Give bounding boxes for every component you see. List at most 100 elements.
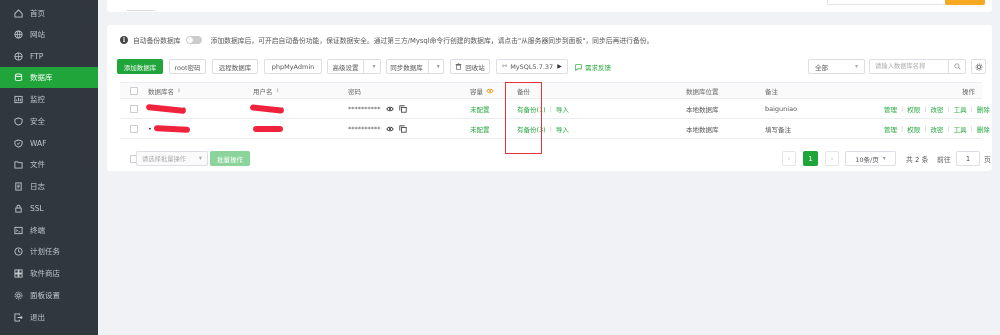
goto-page-input[interactable]: 1: [956, 151, 980, 166]
add-database-button[interactable]: 添加数据库: [117, 59, 163, 74]
waf-icon: [13, 139, 23, 149]
sidebar-item-label: 网站: [30, 30, 45, 39]
header-name[interactable]: 数据库名 ⇕: [148, 83, 181, 98]
ftp-icon: [13, 52, 23, 62]
mysql-version-label: MySQL5.7.37: [510, 62, 554, 71]
next-page-button[interactable]: ›: [825, 151, 839, 166]
copy-icon[interactable]: [398, 104, 407, 113]
db-password: **********: [348, 119, 407, 138]
prev-page-button[interactable]: ‹: [782, 151, 796, 166]
sidebar-item-ssl[interactable]: SSL: [0, 198, 98, 219]
import-link[interactable]: 导入: [556, 104, 569, 114]
sidebar-item-clock[interactable]: 计划任务: [0, 241, 98, 262]
remote-database-button[interactable]: 远程数据库: [212, 59, 258, 74]
db-name[interactable]: •: [148, 119, 190, 138]
header-location: 数据库位置: [686, 87, 719, 96]
header-capacity: 容量: [470, 83, 494, 98]
gear-icon: [975, 63, 982, 70]
sidebar-item-home[interactable]: 首页: [0, 3, 98, 24]
folder-icon: [13, 160, 23, 170]
sync-database-dropdown[interactable]: 同步数据库 ▾: [386, 59, 444, 74]
home-icon: [13, 9, 23, 19]
top-input[interactable]: [827, 0, 962, 5]
filter-select[interactable]: 全部 ▾: [808, 59, 865, 74]
delete-link[interactable]: 删除: [977, 124, 990, 134]
chevron-down-icon: ▾: [198, 155, 202, 162]
db-user: o: [249, 99, 285, 118]
clock-icon: [13, 247, 23, 257]
row-checkbox[interactable]: [130, 104, 138, 113]
sync-database-label: 同步数据库: [390, 63, 423, 72]
manage-link[interactable]: 管理: [884, 124, 897, 134]
sidebar-item-label: 面板设置: [30, 291, 60, 300]
top-action-button[interactable]: [945, 0, 985, 5]
change-password-link[interactable]: 改密: [930, 124, 943, 134]
auto-backup-toggle[interactable]: [185, 36, 202, 44]
db-remark[interactable]: baiguniao: [765, 99, 797, 118]
feedback-link[interactable]: 需求反馈: [575, 62, 611, 72]
goto-label: 前往: [937, 155, 951, 164]
table-header: 数据库名 ⇕ 用户名 ⇕ 密码 容量 备份 数据库位置 备注 操作: [120, 82, 982, 99]
eye-icon: [486, 87, 494, 95]
sort-icon: ⇕: [275, 87, 280, 94]
search-button[interactable]: [948, 60, 965, 73]
capacity-link[interactable]: 未配置: [470, 119, 490, 138]
monitor-icon: [13, 95, 23, 105]
header-user[interactable]: 用户名 ⇕: [253, 83, 280, 98]
store-icon: [13, 269, 23, 279]
delete-link[interactable]: 删除: [977, 104, 990, 114]
tools-link[interactable]: 工具: [954, 104, 967, 114]
permission-link[interactable]: 权限: [907, 104, 920, 114]
change-password-link[interactable]: 改密: [930, 104, 943, 114]
sidebar-item-database[interactable]: 数据库: [0, 67, 98, 88]
page-button-current[interactable]: 1: [803, 151, 818, 166]
import-link[interactable]: 导入: [556, 124, 569, 134]
permission-link[interactable]: 权限: [907, 124, 920, 134]
sidebar-item-log[interactable]: 日志: [0, 176, 98, 197]
select-all-checkbox[interactable]: [130, 86, 138, 95]
filter-value: 全部: [815, 63, 828, 72]
sidebar-item-label: 数据库: [30, 73, 53, 82]
sidebar-item-logout[interactable]: 退出: [0, 307, 98, 328]
redaction-mark: [253, 125, 283, 132]
search-input[interactable]: [870, 60, 948, 73]
sidebar-item-ftp[interactable]: FTP: [0, 46, 98, 67]
search-icon: [953, 63, 961, 70]
batch-operation-button[interactable]: 批量操作: [210, 151, 250, 166]
logout-icon: [13, 313, 23, 323]
chevron-left-icon: ‹: [787, 154, 791, 163]
page-suffix: 页: [984, 155, 991, 164]
db-user: [253, 119, 283, 138]
sidebar-item-monitor[interactable]: 监控: [0, 89, 98, 110]
header-password: 密码: [348, 87, 361, 96]
manage-link[interactable]: 管理: [884, 104, 897, 114]
batch-operation-select[interactable]: 请选择批量操作 ▾: [136, 151, 208, 166]
root-password-button[interactable]: root密码: [169, 59, 206, 74]
chevron-down-icon: ▾: [882, 155, 886, 162]
recycle-bin-button[interactable]: 回收站: [450, 59, 490, 74]
db-remark[interactable]: 填写备注: [765, 119, 791, 138]
page-size-select[interactable]: 10条/页 ▾: [845, 151, 896, 166]
db-name[interactable]: o: [145, 99, 187, 118]
sidebar-item-folder[interactable]: 文件: [0, 154, 98, 175]
copy-icon[interactable]: [398, 124, 407, 133]
show-password-icon[interactable]: [385, 125, 394, 133]
advanced-settings-dropdown[interactable]: 高级设置 ▾: [327, 59, 381, 74]
sidebar-item-waf[interactable]: WAF: [0, 133, 98, 154]
sidebar-item-settings[interactable]: 面板设置: [0, 285, 98, 306]
tools-link[interactable]: 工具: [954, 124, 967, 134]
sidebar-item-shield[interactable]: 安全: [0, 111, 98, 132]
page-size-value: 10条/页: [855, 155, 879, 164]
capacity-link[interactable]: 未配置: [470, 99, 490, 118]
chevron-right-icon: ›: [830, 154, 834, 163]
show-password-icon[interactable]: [385, 105, 394, 113]
mysql-version-button[interactable]: ⚯ MySQL5.7.37 ▶: [496, 59, 568, 74]
sidebar-item-globe[interactable]: 网站: [0, 24, 98, 45]
column-settings-button[interactable]: [971, 59, 986, 74]
sidebar-item-terminal[interactable]: 终端: [0, 220, 98, 241]
table-row: • ********** 未配置 有备份(3) | 导入 本地数据库 填写备注: [120, 119, 990, 139]
sidebar-item-store[interactable]: 软件商店: [0, 263, 98, 284]
row-checkbox[interactable]: [130, 124, 138, 133]
backup-column-highlight: [505, 82, 542, 154]
phpmyadmin-button[interactable]: phpMyAdmin: [264, 59, 322, 74]
